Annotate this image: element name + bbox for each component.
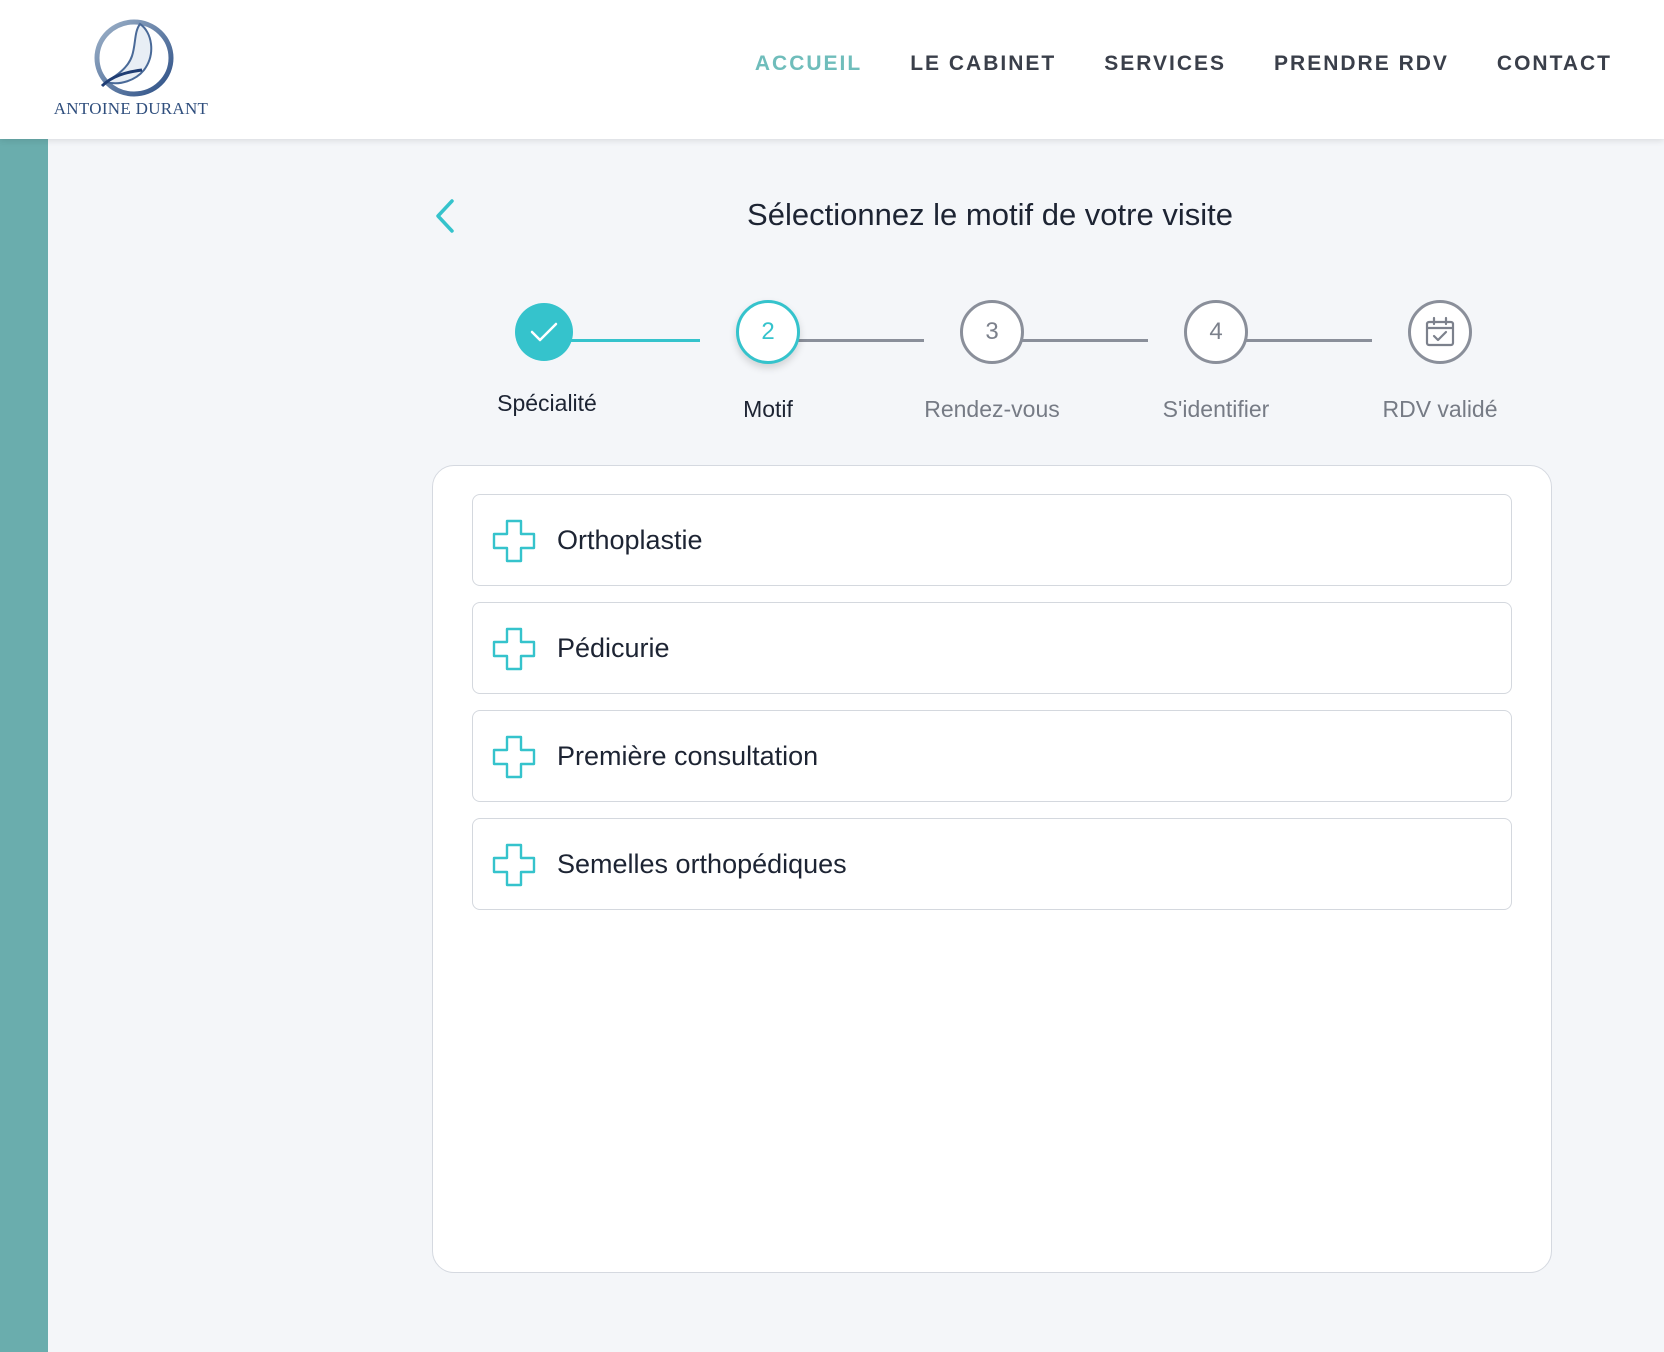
plus-icon xyxy=(492,519,536,563)
site-header: ANTOINE DURANT ACCUEIL LE CABINET SERVIC… xyxy=(0,0,1664,139)
option-pedicurie[interactable]: Pédicurie xyxy=(472,602,1512,694)
step-label-specialite: Spécialité xyxy=(497,390,597,416)
nav-contact[interactable]: CONTACT xyxy=(1497,52,1612,76)
step-motif: 2 xyxy=(736,300,800,364)
main-nav: ACCUEIL LE CABINET SERVICES PRENDRE RDV … xyxy=(707,52,1612,76)
step-rendez-vous: 3 xyxy=(960,300,1024,364)
option-label: Pédicurie xyxy=(557,633,670,663)
step-label-motif: Motif xyxy=(743,396,793,422)
left-accent-bar xyxy=(0,139,48,1352)
option-semelles-orthopediques[interactable]: Semelles orthopédiques xyxy=(472,818,1512,910)
step-label-identifier: S'identifier xyxy=(1162,396,1270,422)
step-specialite[interactable] xyxy=(515,303,573,361)
option-label: Première consultation xyxy=(557,741,819,771)
step-number: 2 xyxy=(761,318,775,345)
brand-name: ANTOINE DURANT xyxy=(53,99,209,118)
page-title: Sélectionnez le motif de votre visite xyxy=(747,197,1233,232)
step-label-rendez-vous: Rendez-vous xyxy=(924,396,1060,422)
option-orthoplastie[interactable]: Orthoplastie xyxy=(472,494,1512,586)
option-premiere-consultation[interactable]: Première consultation xyxy=(472,710,1512,802)
brand-logo[interactable]: ANTOINE DURANT xyxy=(36,14,226,124)
option-label: Orthoplastie xyxy=(557,525,703,555)
step-identifier: 4 xyxy=(1184,300,1248,364)
option-label: Semelles orthopédiques xyxy=(557,849,847,879)
nav-accueil[interactable]: ACCUEIL xyxy=(755,52,862,76)
nav-le-cabinet[interactable]: LE CABINET xyxy=(910,52,1056,76)
step-number: 4 xyxy=(1209,318,1223,345)
step-label-rdv-valide: RDV validé xyxy=(1382,396,1498,422)
page-title-row: Sélectionnez le motif de votre visite xyxy=(420,190,1560,240)
booking-stepper: 2 3 4 Spécialité Motif Rendez-vous S'ide… xyxy=(470,300,1550,430)
step-rdv-valide xyxy=(1408,300,1472,364)
check-icon xyxy=(530,322,558,342)
nav-services[interactable]: SERVICES xyxy=(1104,52,1226,76)
plus-icon xyxy=(492,627,536,671)
calendar-check-icon xyxy=(1425,316,1455,347)
plus-icon xyxy=(492,843,536,887)
step-number: 3 xyxy=(985,318,999,345)
motif-card: Orthoplastie Pédicurie Première consulta… xyxy=(432,465,1552,1273)
foot-logo-icon xyxy=(94,19,174,97)
plus-icon xyxy=(492,735,536,779)
nav-prendre-rdv[interactable]: PRENDRE RDV xyxy=(1274,52,1449,76)
